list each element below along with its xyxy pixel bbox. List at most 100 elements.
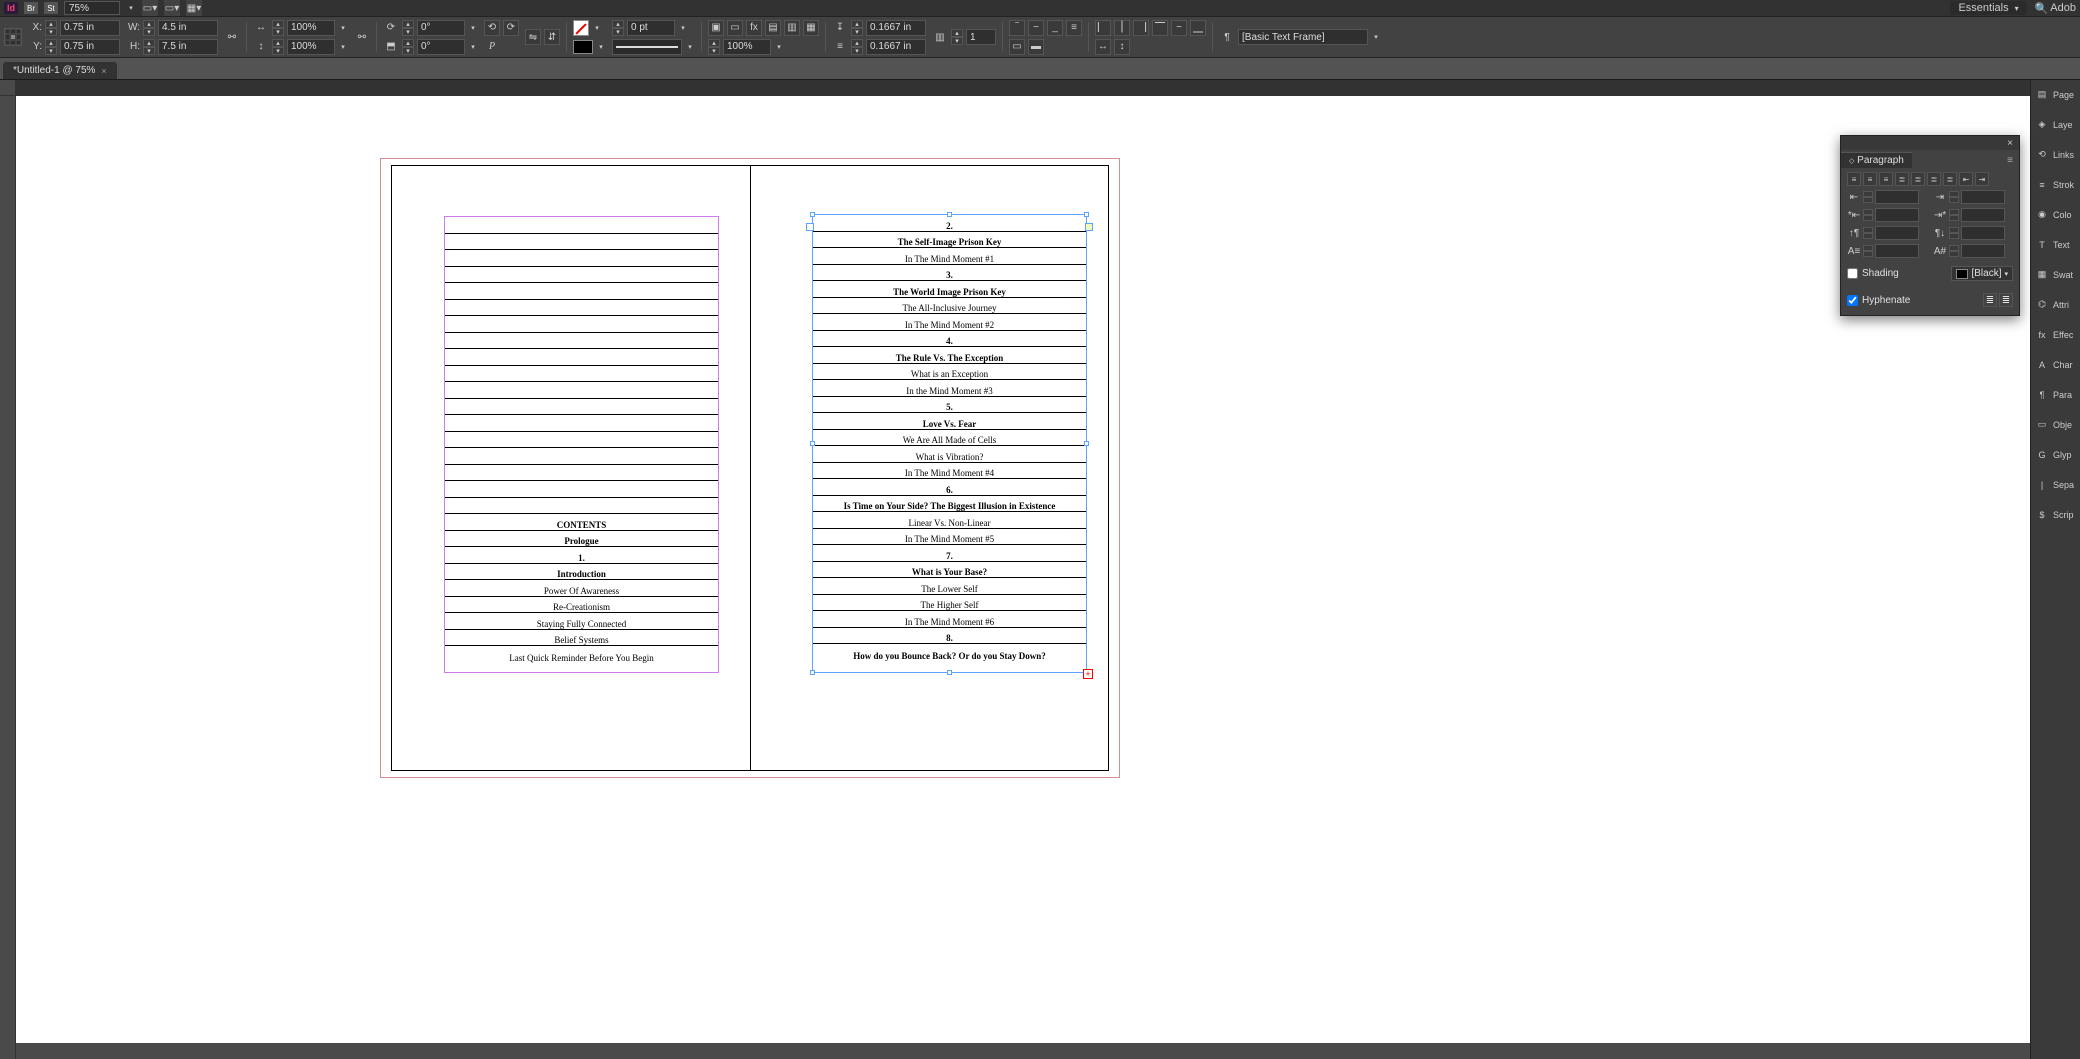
scale-y-input[interactable]: 100% — [287, 39, 335, 55]
vertical-ruler[interactable] — [0, 96, 16, 1059]
panel-shortcut-page[interactable]: ▤Page — [2031, 80, 2080, 110]
justify-right-icon[interactable]: ≣ — [1927, 172, 1941, 186]
panel-shortcut-laye[interactable]: ◈Laye — [2031, 110, 2080, 140]
cols-stepper[interactable]: ▴▾ — [951, 29, 963, 45]
handle-tc[interactable] — [947, 212, 952, 217]
rotate-stepper[interactable]: ▴▾ — [402, 20, 414, 36]
panel-shortcut-colo[interactable]: ◉Colo — [2031, 200, 2080, 230]
x-input[interactable]: 0.75 in — [60, 20, 120, 36]
reference-point-proxy[interactable] — [4, 28, 22, 46]
p-icon[interactable]: P — [484, 39, 500, 55]
panel-shortcut-glyp[interactable]: GGlyp — [2031, 440, 2080, 470]
align-right-icon[interactable]: ≡ — [1879, 172, 1893, 186]
shear-dd[interactable]: ▾ — [468, 43, 478, 51]
overset-icon[interactable]: + — [1083, 669, 1093, 679]
handle-bl[interactable] — [810, 670, 815, 675]
hyphenate-checkbox[interactable] — [1847, 295, 1858, 306]
dcc-step[interactable] — [1949, 245, 1959, 257]
constrain-wh-icon[interactable]: ⚯ — [224, 29, 240, 45]
ruler-origin[interactable] — [0, 80, 16, 96]
scale-x-dd[interactable]: ▾ — [338, 24, 348, 32]
constrain-scale-icon[interactable]: ⚯ — [354, 29, 370, 45]
handle-tl[interactable] — [810, 212, 815, 217]
stroke-wt-input[interactable]: 0 pt — [627, 20, 675, 36]
align-left-icon[interactable]: ⎸ — [1095, 20, 1111, 36]
scaley-stepper[interactable]: ▴▾ — [272, 39, 284, 55]
shear-stepper[interactable]: ▴▾ — [402, 39, 414, 55]
away-spine-icon[interactable]: ⇥ — [1975, 172, 1989, 186]
stroke-style-dd[interactable]: ▾ — [685, 43, 695, 51]
workspace-switcher[interactable]: Essentials▾ — [1950, 1, 2026, 15]
document-tab[interactable]: *Untitled-1 @ 75%× — [3, 62, 117, 79]
space-after-input[interactable] — [1961, 226, 2005, 240]
space-before-input[interactable] — [1875, 226, 1919, 240]
stroke-stepper[interactable]: ▴▾ — [612, 20, 624, 36]
opacity-input[interactable]: 100% — [723, 39, 771, 55]
toward-spine-icon[interactable]: ⇤ — [1959, 172, 1973, 186]
fill-swatch[interactable] — [573, 20, 589, 36]
lastline-input[interactable] — [1961, 208, 2005, 222]
panel-shortcut-effec[interactable]: fxEffec — [2031, 320, 2080, 350]
frame-fit-icon[interactable]: ▭ — [727, 20, 743, 36]
panel-shortcut-obje[interactable]: ▭Obje — [2031, 410, 2080, 440]
w-stepper[interactable]: ▴▾ — [143, 20, 155, 36]
handle-tr[interactable] — [1084, 212, 1089, 217]
dropcap-chars-input[interactable] — [1961, 244, 2005, 258]
x-stepper[interactable]: ▴▾ — [45, 20, 57, 36]
panel-shortcut-links[interactable]: ⟲Links — [2031, 140, 2080, 170]
align-right-icon[interactable]: ⎹ — [1133, 20, 1149, 36]
align-vcenter-icon[interactable]: − — [1171, 20, 1187, 36]
sb-step[interactable] — [1863, 227, 1873, 239]
panel-menu-icon[interactable]: ≡ — [2001, 153, 2019, 168]
gutter2-input[interactable]: 0.1667 in — [866, 39, 926, 55]
gutter2-stepper[interactable]: ▴▾ — [851, 39, 863, 55]
y-input[interactable]: 0.75 in — [60, 39, 120, 55]
panel-shortcut-strok[interactable]: ≡Strok — [2031, 170, 2080, 200]
scalex-stepper[interactable]: ▴▾ — [272, 20, 284, 36]
valign-justify-icon[interactable]: ≡ — [1066, 20, 1082, 36]
wrap-none-icon[interactable]: ▤ — [765, 20, 781, 36]
justify-left-icon[interactable]: ≣ — [1895, 172, 1909, 186]
align-left-icon[interactable]: ≡ — [1847, 172, 1861, 186]
fli-step[interactable] — [1863, 209, 1873, 221]
baseline-icon[interactable]: ▭ — [1009, 39, 1025, 55]
rotate-ccw-icon[interactable]: ⟲ — [484, 20, 500, 36]
sa-step[interactable] — [1949, 227, 1959, 239]
arrange-docs-icon[interactable]: ▦▾ — [186, 0, 202, 16]
align-hcenter-icon[interactable]: ⎮ — [1114, 20, 1130, 36]
y-stepper[interactable]: ▴▾ — [45, 39, 57, 55]
valign-center-icon[interactable]: − — [1028, 20, 1044, 36]
h-input[interactable]: 7.5 in — [158, 39, 218, 55]
screen-mode-icon[interactable]: ▭▾ — [164, 0, 180, 16]
scale-x-input[interactable]: 100% — [287, 20, 335, 36]
stroke-swatch[interactable] — [573, 40, 593, 54]
left-indent-input[interactable] — [1875, 190, 1919, 204]
opacity-dd[interactable]: ▾ — [774, 43, 784, 51]
align-top-icon[interactable]: ⎺ — [1152, 20, 1168, 36]
panel-shortcut-sepa[interactable]: |Sepa — [2031, 470, 2080, 500]
formula-icon[interactable]: fx — [746, 20, 762, 36]
firstline-input[interactable] — [1875, 208, 1919, 222]
align-bottom-icon[interactable]: ⎽ — [1190, 20, 1206, 36]
w-input[interactable]: 4.5 in — [158, 20, 218, 36]
rotate-input[interactable]: 0° — [417, 20, 465, 36]
baseline-grid-off-icon[interactable]: ≣ — [1983, 293, 1997, 307]
baseline-icon2[interactable]: ▬ — [1028, 39, 1044, 55]
valign-top-icon[interactable]: ‾ — [1009, 20, 1025, 36]
handle-bc[interactable] — [947, 670, 952, 675]
panel-shortcut-char[interactable]: AChar — [2031, 350, 2080, 380]
shading-swatch[interactable]: [Black]▾ — [1951, 266, 2013, 281]
panel-shortcut-text[interactable]: TText — [2031, 230, 2080, 260]
flip-h-icon[interactable]: ⇋ — [525, 29, 541, 45]
distribute-h-icon[interactable]: ↔ — [1095, 39, 1111, 55]
zoom-select[interactable]: 75% — [64, 1, 120, 15]
panel-close-icon[interactable]: × — [2005, 138, 2015, 149]
lli-step[interactable] — [1949, 209, 1959, 221]
stroke-dd2[interactable]: ▾ — [678, 24, 688, 32]
view-options-icon[interactable]: ▭▾ — [142, 0, 158, 16]
bridge-icon[interactable]: Br — [24, 2, 38, 14]
paragraph-tab[interactable]: ◇ Paragraph — [1841, 152, 1912, 168]
scale-y-dd[interactable]: ▾ — [338, 43, 348, 51]
justify-center-icon[interactable]: ≣ — [1911, 172, 1925, 186]
gutter1-stepper[interactable]: ▴▾ — [851, 20, 863, 36]
